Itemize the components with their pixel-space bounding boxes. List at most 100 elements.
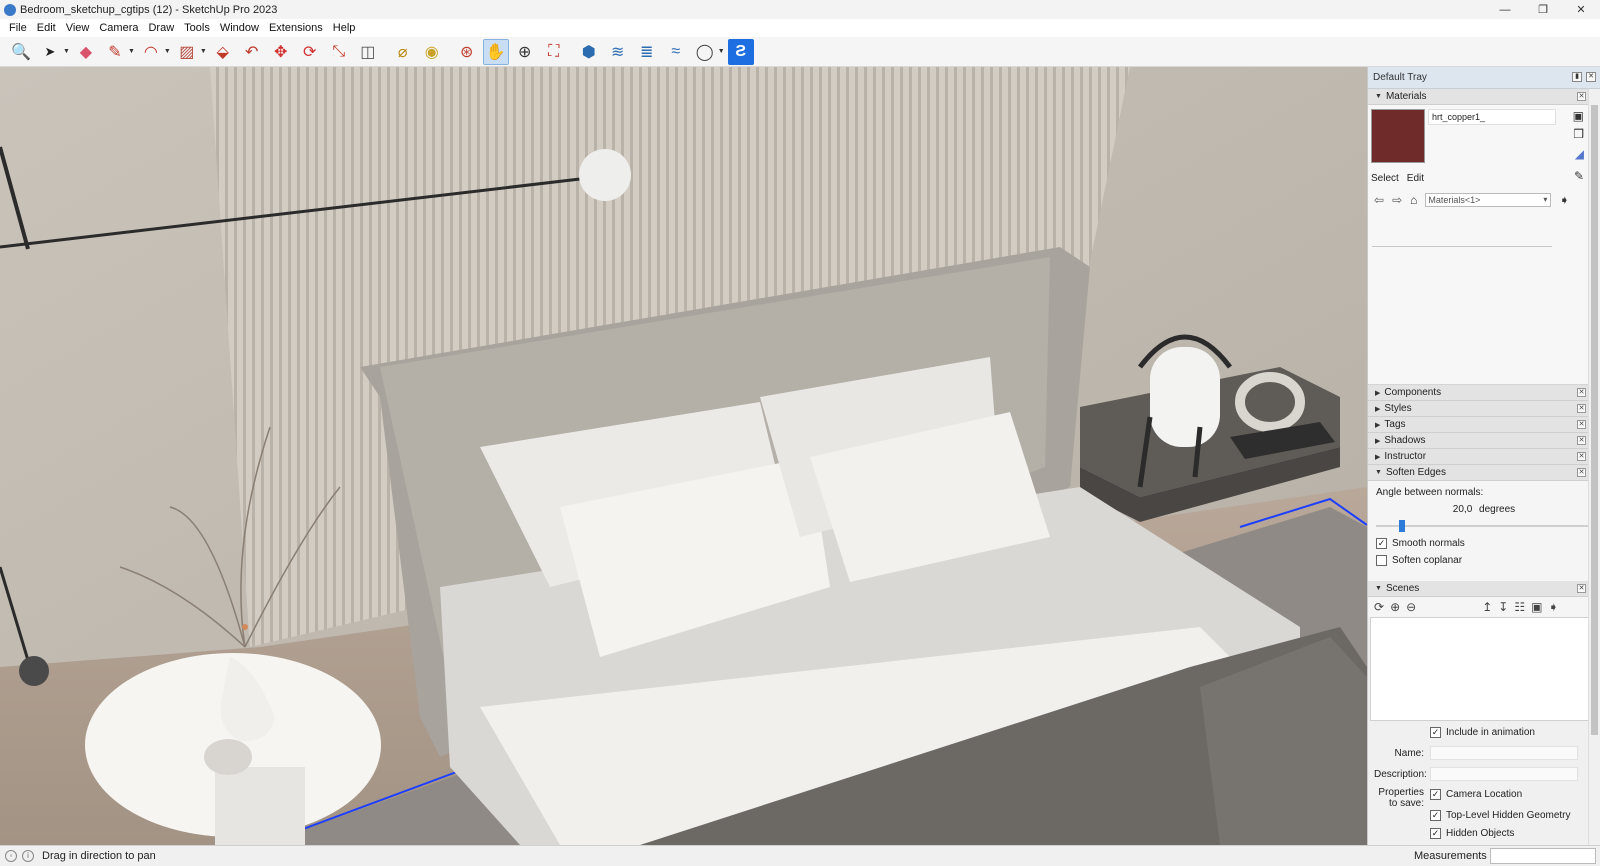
styles-close-icon[interactable]: ✕ [1577, 404, 1586, 413]
details-arrow-icon[interactable]: ➧ [1548, 600, 1558, 614]
scrollbar-thumb[interactable] [1591, 105, 1598, 735]
info-icon[interactable]: i [22, 850, 34, 862]
move-scene-up-icon[interactable]: ↥ [1482, 600, 1492, 614]
components-panel-header[interactable]: ▶ Components ✕ [1368, 385, 1600, 401]
material-create-icon[interactable]: ❒ [1573, 127, 1584, 141]
menu-view[interactable]: View [61, 22, 95, 34]
menu-file[interactable]: File [4, 22, 32, 34]
menu-window[interactable]: Window [215, 22, 264, 34]
top-level-hidden-row[interactable]: ✓ Top-Level Hidden Geometry [1430, 810, 1571, 821]
top-level-hidden-checkbox[interactable]: ✓ [1430, 810, 1441, 821]
move-scene-down-icon[interactable]: ↧ [1498, 600, 1508, 614]
rotate-icon[interactable]: ⟳ [297, 39, 323, 65]
instructor-close-icon[interactable]: ✕ [1577, 452, 1586, 461]
tape-measure-icon[interactable]: ⌀ [390, 39, 416, 65]
select-arrow-icon[interactable]: ➤ [37, 39, 63, 65]
restore-button[interactable]: ❐ [1524, 0, 1562, 19]
smooth-normals-checkbox[interactable]: ✓ [1376, 538, 1387, 549]
material-default-icon[interactable]: ◢ [1575, 147, 1584, 161]
select-dropdown-icon[interactable]: ▼ [63, 48, 70, 55]
material-save-icon[interactable]: ▣ [1573, 109, 1584, 123]
menu-extensions[interactable]: Extensions [264, 22, 328, 34]
menu-edit[interactable]: Edit [32, 22, 61, 34]
scenes-list[interactable] [1370, 617, 1598, 721]
send-to-layout-icon[interactable]: ≈ [663, 39, 689, 65]
scenes-panel-header[interactable]: ▼ Scenes ✕ [1368, 581, 1600, 597]
shadows-panel-header[interactable]: ▶ Shadows ✕ [1368, 433, 1600, 449]
close-button[interactable]: ✕ [1562, 0, 1600, 19]
pencil-icon[interactable]: ✎ [102, 39, 128, 65]
soften-edges-close-icon[interactable]: ✕ [1577, 468, 1586, 477]
material-swatch[interactable] [1371, 109, 1425, 163]
pan-hand-icon[interactable]: ✋ [482, 38, 509, 65]
scene-description-input[interactable] [1430, 767, 1578, 781]
geo-location-icon[interactable]: ◦ [5, 850, 17, 862]
menu-camera[interactable]: Camera [94, 22, 143, 34]
back-arrow-icon[interactable]: ⇦ [1374, 193, 1384, 207]
view-options-icon[interactable]: ☷ [1514, 600, 1525, 614]
soften-edges-panel-header[interactable]: ▼ Soften Edges ✕ [1368, 465, 1600, 481]
model-viewport[interactable] [0, 67, 1367, 845]
tab-edit[interactable]: Edit [1407, 173, 1424, 184]
account-dropdown-icon[interactable]: ▼ [718, 48, 725, 55]
follow-me-icon[interactable]: ↶ [239, 39, 265, 65]
sample-paint-icon[interactable]: ✎ [1574, 169, 1584, 183]
details-arrow-icon[interactable]: ➧ [1559, 193, 1569, 207]
hidden-objects-row[interactable]: ✓ Hidden Objects [1430, 828, 1514, 839]
scene-name-input[interactable] [1430, 746, 1578, 760]
styles-panel-header[interactable]: ▶ Styles ✕ [1368, 401, 1600, 417]
smooth-normals-row[interactable]: ✓ Smooth normals [1376, 538, 1592, 549]
tags-close-icon[interactable]: ✕ [1577, 420, 1586, 429]
scenes-close-icon[interactable]: ✕ [1577, 584, 1586, 593]
components-close-icon[interactable]: ✕ [1577, 388, 1586, 397]
menu-tools[interactable]: Tools [179, 22, 215, 34]
orbit-icon[interactable]: ⊛ [454, 39, 480, 65]
camera-location-row[interactable]: ✓ Camera Location [1430, 789, 1522, 800]
extension-warehouse-icon[interactable]: ≋ [605, 39, 631, 65]
include-animation-checkbox[interactable]: ✓ [1430, 727, 1441, 738]
add-scene-icon[interactable]: ⊕ [1390, 600, 1400, 614]
soften-coplanar-checkbox[interactable] [1376, 555, 1387, 566]
eraser-icon[interactable]: ◆ [73, 39, 99, 65]
offset-icon[interactable]: ◫ [355, 39, 381, 65]
zoom-icon[interactable]: ⊕ [512, 39, 538, 65]
menu-help[interactable]: Help [328, 22, 361, 34]
rectangle-dropdown-icon[interactable]: ▼ [200, 48, 207, 55]
tags-panel-header[interactable]: ▶ Tags ✕ [1368, 417, 1600, 433]
slider-thumb[interactable] [1399, 520, 1405, 532]
hidden-objects-checkbox[interactable]: ✓ [1430, 828, 1441, 839]
remove-scene-icon[interactable]: ⊖ [1406, 600, 1416, 614]
angle-slider[interactable] [1376, 520, 1592, 532]
shadows-close-icon[interactable]: ✕ [1577, 436, 1586, 445]
warehouse-icon[interactable]: ⬢ [576, 39, 602, 65]
hide-details-icon[interactable]: ▣ [1531, 600, 1542, 614]
tray-close-icon[interactable]: ✕ [1586, 72, 1596, 82]
sketchup-app-icon[interactable]: Ƨ [727, 38, 754, 65]
scale-icon[interactable]: ⤡ [326, 39, 352, 65]
rectangle-icon[interactable]: ▨ [174, 39, 200, 65]
arc-dropdown-icon[interactable]: ▼ [164, 48, 171, 55]
layout-icon[interactable]: ≣ [634, 39, 660, 65]
tray-pin-icon[interactable]: ▮ [1572, 72, 1582, 82]
refresh-scene-icon[interactable]: ⟳ [1374, 600, 1384, 614]
tab-select[interactable]: Select [1371, 173, 1399, 184]
paint-bucket-icon[interactable]: ◉ [419, 39, 445, 65]
material-name-field[interactable]: hrt_copper1_ [1428, 109, 1556, 125]
search-icon[interactable]: 🔍 [8, 39, 34, 65]
push-pull-icon[interactable]: ⬙ [210, 39, 236, 65]
instructor-panel-header[interactable]: ▶ Instructor ✕ [1368, 449, 1600, 465]
zoom-extents-icon[interactable]: ⛶ [541, 39, 567, 65]
materials-close-icon[interactable]: ✕ [1577, 92, 1586, 101]
include-animation-row[interactable]: ✓ Include in animation [1430, 727, 1535, 738]
materials-panel-header[interactable]: ▼ Materials ✕ [1368, 89, 1600, 105]
material-collection-select[interactable]: Materials<1> ▾ [1425, 193, 1552, 207]
home-icon[interactable]: ⌂ [1410, 193, 1417, 207]
move-icon[interactable]: ✥ [268, 39, 294, 65]
measurements-input[interactable] [1490, 848, 1596, 864]
tray-scrollbar[interactable] [1588, 89, 1600, 845]
bedroom-render[interactable] [0, 67, 1367, 845]
pencil-dropdown-icon[interactable]: ▼ [128, 48, 135, 55]
user-account-icon[interactable]: ◯ [692, 39, 718, 65]
forward-arrow-icon[interactable]: ⇨ [1392, 193, 1402, 207]
minimize-button[interactable]: — [1486, 0, 1524, 19]
